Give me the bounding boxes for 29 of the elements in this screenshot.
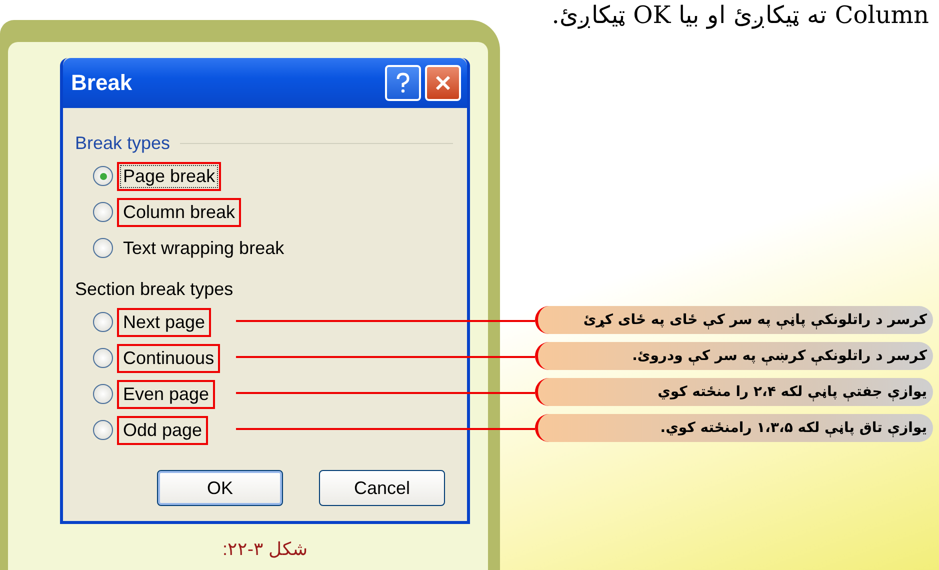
group-label: Break types <box>75 132 170 154</box>
option-label[interactable]: Even page <box>117 380 216 408</box>
option-label[interactable]: Next page <box>117 308 212 336</box>
window-title: Break <box>71 70 132 96</box>
radio-button[interactable] <box>93 348 113 368</box>
option-label[interactable]: Continuous <box>117 344 220 372</box>
radio-button[interactable] <box>93 238 113 258</box>
close-icon <box>434 74 452 92</box>
radio-button[interactable] <box>93 312 113 332</box>
radio-button[interactable] <box>93 384 113 404</box>
radio-button[interactable] <box>93 420 113 440</box>
heading-text: Column ته ټیکاږئ او بیا OK ټیکاږئ. <box>552 0 929 30</box>
option-label[interactable]: Page break <box>117 162 222 190</box>
option-label[interactable]: Text wrapping break <box>117 234 290 262</box>
radio-button[interactable] <box>93 166 113 186</box>
callout-label: یوازې جفتې پاڼې لکه ۲،۴ را منځته کوي <box>535 378 933 406</box>
figure-caption: شکل ۳-۲۲: <box>221 538 309 560</box>
close-button[interactable] <box>425 65 461 101</box>
ok-button[interactable]: OK <box>157 470 283 506</box>
cancel-button[interactable]: Cancel <box>319 470 445 506</box>
help-button[interactable] <box>385 65 421 101</box>
option-label[interactable]: Odd page <box>117 416 208 444</box>
callout-label: یوازې تاق پاڼې لکه ۱،۳،۵ رامنځته کوي. <box>535 414 933 442</box>
callout-label: کرسر د راتلونکې کرښې په سر کې ودروئ. <box>535 342 933 370</box>
callout-label: کرسر د راتلونکې پاڼې په سر کې ځای په ځای کړئ <box>535 306 933 334</box>
option-label[interactable]: Column break <box>117 198 242 226</box>
radio-button[interactable] <box>93 202 113 222</box>
group-label: Section break types <box>75 278 234 300</box>
question-mark-icon <box>395 72 411 94</box>
